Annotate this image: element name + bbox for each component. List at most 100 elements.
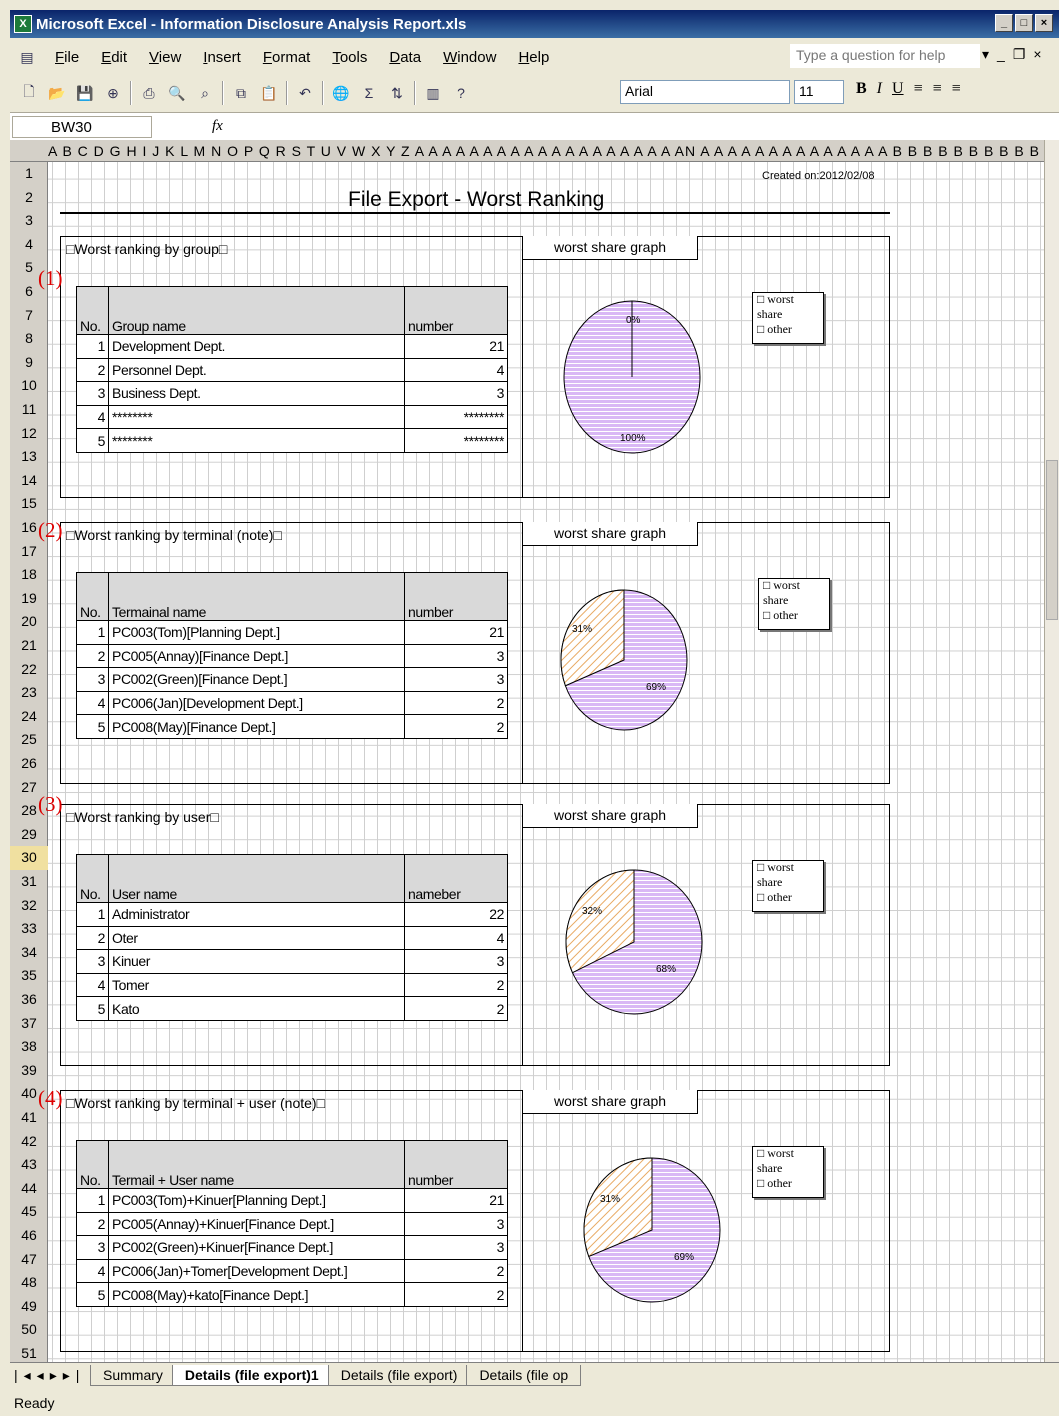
row-number[interactable]: 18 (10, 563, 48, 587)
row-number[interactable]: 37 (10, 1012, 48, 1036)
menu-view[interactable]: View (138, 49, 192, 66)
row-number[interactable]: 19 (10, 587, 48, 611)
vertical-scrollbar[interactable] (1044, 140, 1059, 1362)
help-search-input[interactable]: Type a question for help (790, 44, 980, 68)
chart-legend[interactable]: □ worst share □ other (752, 860, 824, 912)
open-icon[interactable]: 📂 (46, 82, 68, 104)
number-cell[interactable]: 2 (404, 1282, 508, 1307)
row-number[interactable]: 4 (10, 233, 48, 257)
name-cell[interactable]: PC002(Green)[Finance Dept.] (108, 667, 405, 692)
bold-button[interactable]: B (856, 80, 867, 98)
rank-cell[interactable]: 5 (76, 1282, 109, 1307)
number-cell[interactable]: 2 (404, 1258, 508, 1284)
row-number[interactable]: 38 (10, 1035, 48, 1059)
row-number[interactable]: 33 (10, 917, 48, 941)
row-number[interactable]: 24 (10, 705, 48, 729)
document-icon[interactable]: ▤ (16, 46, 38, 68)
chart-wizard-icon[interactable]: ▥ (422, 82, 444, 104)
name-cell[interactable]: PC008(May)+kato[Finance Dept.] (108, 1282, 405, 1307)
name-cell[interactable]: PC006(Jan)+Tomer[Development Dept.] (108, 1258, 405, 1284)
permission-icon[interactable]: ⊕ (102, 82, 124, 104)
row-number[interactable]: 30 (10, 846, 48, 870)
chart-legend[interactable]: □ worst share □ other (758, 578, 830, 630)
row-number[interactable]: 3 (10, 209, 48, 233)
rank-cell[interactable]: 4 (76, 1258, 109, 1284)
tab-details-file-export-1[interactable]: Details (file export)1 (171, 1365, 332, 1386)
row-number[interactable]: 31 (10, 870, 48, 894)
worst-share-pie-chart[interactable] (534, 852, 734, 1032)
row-number[interactable]: 12 (10, 422, 48, 446)
rank-cell[interactable]: 3 (76, 1235, 109, 1260)
maximize-icon[interactable]: □ (1015, 14, 1033, 32)
number-cell[interactable]: 4 (404, 357, 508, 383)
number-cell[interactable]: 3 (404, 381, 508, 406)
row-number[interactable]: 17 (10, 540, 48, 564)
menu-edit[interactable]: Edit (90, 49, 138, 66)
number-cell[interactable]: 2 (404, 996, 508, 1021)
row-number[interactable]: 10 (10, 374, 48, 398)
new-icon[interactable]: 🗋 (18, 82, 40, 104)
autosum-icon[interactable]: Σ (358, 82, 380, 104)
align-left-icon[interactable]: ≡ (914, 80, 923, 98)
row-number[interactable]: 21 (10, 634, 48, 658)
row-number[interactable]: 14 (10, 469, 48, 493)
number-cell[interactable]: 3 (404, 667, 508, 692)
worksheet[interactable]: A B C D G H I J K L M N O P Q R S T U V … (10, 140, 1044, 1362)
menu-tools[interactable]: Tools (321, 49, 378, 66)
menu-format[interactable]: Format (252, 49, 322, 66)
row-number[interactable]: 29 (10, 823, 48, 847)
tab-nav-arrows[interactable]: |◂◂▸▸| (10, 1367, 90, 1384)
row-number[interactable]: 47 (10, 1248, 48, 1272)
undo-icon[interactable]: ↶ (294, 82, 316, 104)
research-icon[interactable]: ⌕ (194, 82, 216, 104)
name-cell[interactable]: PC003(Tom)[Planning Dept.] (108, 620, 405, 645)
number-cell[interactable]: 3 (404, 1211, 508, 1237)
row-number[interactable]: 35 (10, 964, 48, 988)
number-cell[interactable]: 21 (404, 1188, 508, 1213)
row-number[interactable]: 44 (10, 1177, 48, 1201)
row-number[interactable]: 7 (10, 304, 48, 328)
name-cell[interactable]: Oter (108, 925, 405, 951)
row-number[interactable]: 23 (10, 681, 48, 705)
paste-icon[interactable]: 📋 (258, 82, 280, 104)
number-cell[interactable]: 3 (404, 1235, 508, 1260)
number-cell[interactable]: 21 (404, 620, 508, 645)
number-cell[interactable]: ******** (404, 404, 508, 430)
minimize-icon[interactable]: _ (995, 14, 1013, 32)
help-icon[interactable]: ? (450, 82, 472, 104)
row-number[interactable]: 15 (10, 492, 48, 516)
doc-minimize-icon[interactable]: _ (997, 46, 1005, 63)
menu-window[interactable]: Window (432, 49, 507, 66)
row-number[interactable]: 48 (10, 1271, 48, 1295)
align-right-icon[interactable]: ≡ (952, 80, 961, 98)
menu-data[interactable]: Data (378, 49, 432, 66)
name-cell[interactable]: ******** (108, 404, 405, 430)
row-number[interactable]: 22 (10, 658, 48, 682)
rank-cell[interactable]: 3 (76, 381, 109, 406)
name-cell[interactable]: PC003(Tom)+Kinuer[Planning Dept.] (108, 1188, 405, 1213)
row-number[interactable]: 39 (10, 1059, 48, 1083)
row-number[interactable]: 11 (10, 398, 48, 422)
tab-details-file-export[interactable]: Details (file export) (327, 1365, 471, 1386)
row-number[interactable]: 13 (10, 445, 48, 469)
row-number[interactable]: 50 (10, 1318, 48, 1342)
align-center-icon[interactable]: ≡ (933, 80, 942, 98)
number-cell[interactable]: 4 (404, 925, 508, 951)
name-cell[interactable]: ******** (108, 428, 405, 453)
sort-ascending-icon[interactable]: ⇅ (386, 82, 408, 104)
name-cell[interactable]: Personnel Dept. (108, 357, 405, 383)
underline-button[interactable]: U (892, 80, 904, 98)
italic-button[interactable]: I (877, 80, 882, 98)
number-cell[interactable]: 2 (404, 690, 508, 716)
number-cell[interactable]: 2 (404, 972, 508, 998)
row-number[interactable]: 8 (10, 327, 48, 351)
doc-restore-icon[interactable]: ❐ (1013, 46, 1026, 63)
fx-icon[interactable]: fx (212, 118, 223, 135)
row-number[interactable]: 42 (10, 1130, 48, 1154)
name-cell[interactable]: Business Dept. (108, 381, 405, 406)
rank-cell[interactable]: 2 (76, 643, 109, 669)
tab-details-file-op[interactable]: Details (file op (466, 1365, 582, 1386)
name-cell[interactable]: Administrator (108, 902, 405, 927)
doc-close-icon[interactable]: × (1033, 46, 1041, 63)
row-number[interactable]: 45 (10, 1200, 48, 1224)
